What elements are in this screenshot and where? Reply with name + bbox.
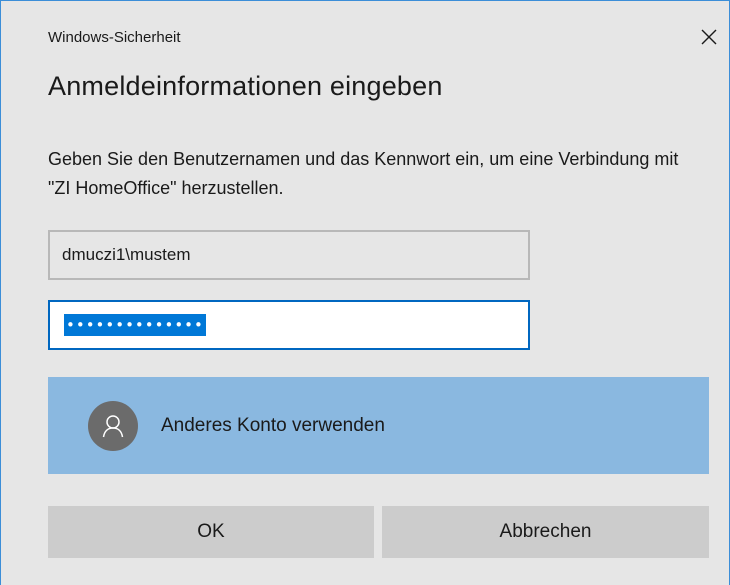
password-field[interactable]: •••••••••••••• (48, 300, 530, 350)
dialog-description: Geben Sie den Benutzernamen und das Kenn… (48, 149, 679, 198)
username-value: dmuczi1\mustem (62, 245, 191, 264)
close-icon (701, 29, 717, 45)
ok-button[interactable]: OK (48, 506, 374, 558)
window-title: Windows-Sicherheit (48, 29, 181, 46)
dialog-heading: Anmeldeinformationen eingeben (48, 71, 443, 101)
other-account-button[interactable]: Anderes Konto verwenden (48, 377, 709, 474)
other-account-label: Anderes Konto verwenden (161, 414, 385, 436)
username-field[interactable]: dmuczi1\mustem (48, 230, 530, 280)
password-masked-value: •••••••••••••• (64, 314, 206, 336)
cancel-button[interactable]: Abbrechen (382, 506, 709, 558)
user-icon (102, 414, 124, 437)
credentials-dialog: Windows-Sicherheit Anmeldeinformationen … (0, 0, 730, 585)
close-button[interactable] (691, 19, 727, 55)
avatar (88, 400, 138, 451)
